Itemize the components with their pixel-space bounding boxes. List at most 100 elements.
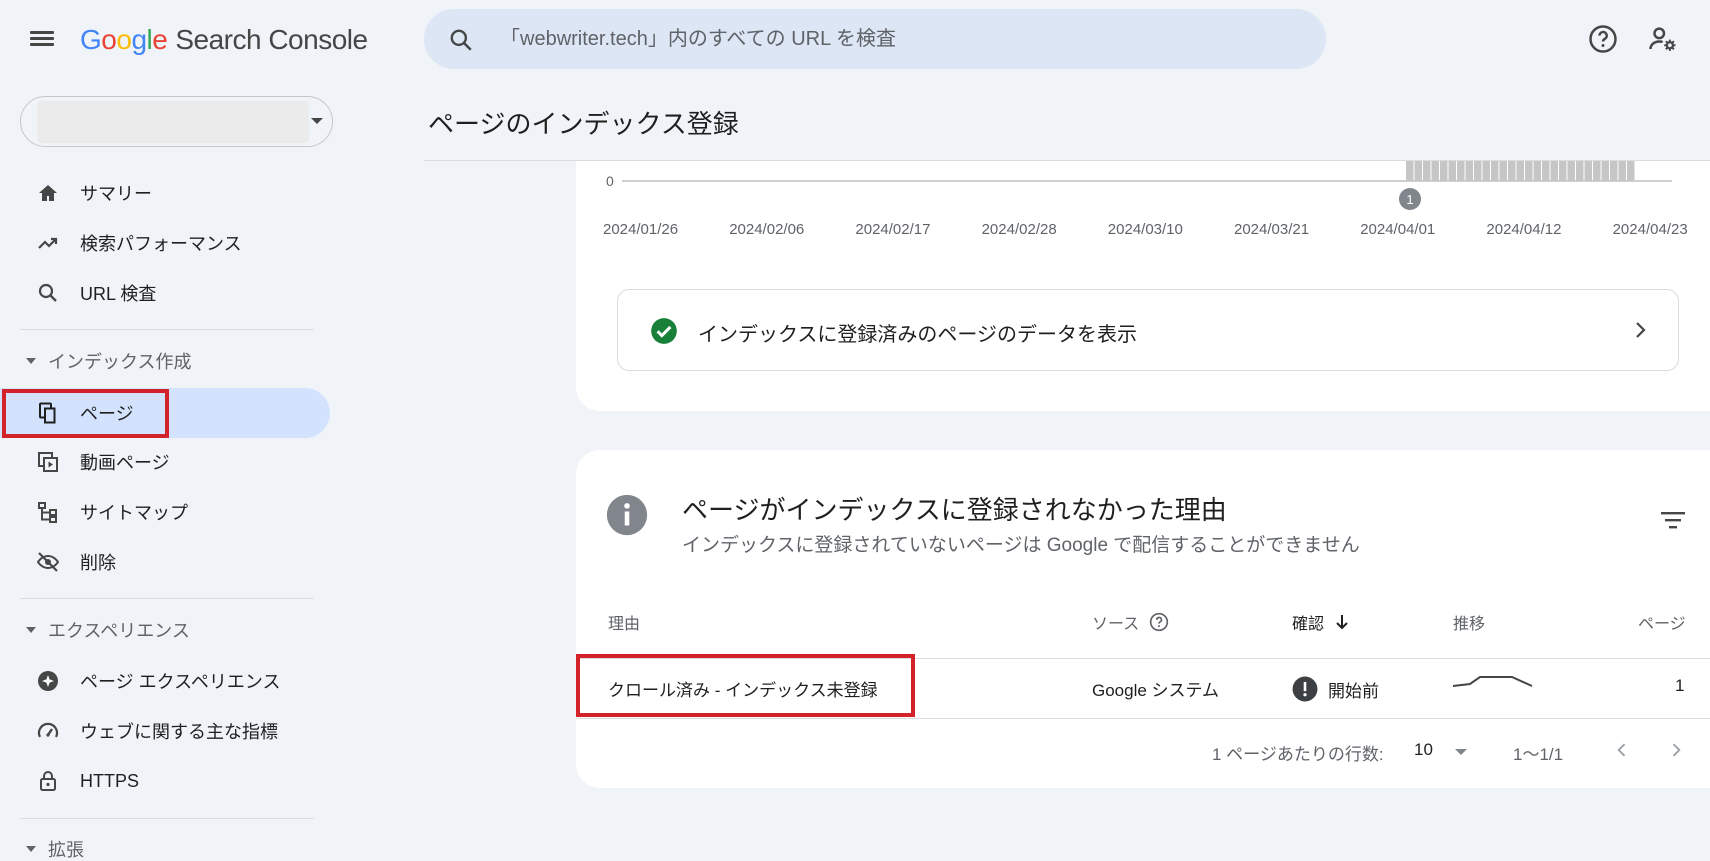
column-header-validation[interactable]: 確認 [1292, 610, 1350, 634]
help-icon[interactable] [1588, 24, 1618, 54]
sidebar-section-enhancements[interactable]: 拡張 [26, 834, 84, 861]
chart-bar [1567, 161, 1575, 181]
chart-bar [1618, 161, 1626, 181]
chart-bar [1601, 161, 1609, 181]
chart-zero-label: 0 [606, 173, 614, 189]
pages-icon [39, 402, 56, 424]
chart-bar [1559, 161, 1567, 181]
property-selector[interactable] [20, 96, 333, 147]
sidebar-item-video-pages[interactable]: 動画ページ [0, 437, 330, 487]
caret-down-icon [26, 846, 36, 852]
sidebar-item-core-web-vitals[interactable]: ウェブに関する主な指標 [0, 706, 330, 756]
chart-x-tick-label: 2024/04/01 [1360, 221, 1436, 238]
table-cell-reason[interactable]: クロール済み - インデックス未登録 [608, 676, 878, 701]
column-header-pages[interactable]: ページ [1638, 610, 1686, 634]
chart-bar [1406, 161, 1414, 181]
sidebar-section-indexing[interactable]: インデックス作成 [26, 346, 191, 376]
chevron-down-icon[interactable] [1455, 749, 1467, 755]
search-icon [38, 283, 57, 302]
chart-bar [1627, 161, 1635, 181]
filter-icon[interactable] [1660, 508, 1686, 532]
sidebar-item-label: 動画ページ [80, 453, 170, 473]
column-header-source[interactable]: ソース [1092, 610, 1169, 634]
page-experience-icon [38, 671, 58, 691]
next-page-icon[interactable] [1666, 740, 1686, 760]
sidebar-item-removals[interactable]: 削除 [0, 537, 330, 587]
home-icon [39, 185, 57, 201]
chart-marker-label: 1 [1406, 192, 1413, 207]
chart-bar [1525, 161, 1533, 181]
user-settings-icon[interactable] [1648, 24, 1678, 54]
sidebar-divider [20, 329, 314, 330]
chart-bar [1482, 161, 1490, 181]
chart-bar [1542, 161, 1550, 181]
table-divider [576, 658, 1710, 659]
sidebar-item-label: ページ [80, 404, 134, 424]
chevron-right-icon [1636, 322, 1646, 338]
sidebar-item-label: サイトマップ [80, 503, 188, 523]
removals-icon [36, 552, 60, 572]
caret-down-icon [26, 358, 36, 364]
reasons-card-title: ページがインデックスに登録されなかった理由 [682, 495, 1227, 525]
speed-gauge-icon [37, 722, 59, 738]
chart-x-tick-label: 2024/03/10 [1107, 221, 1183, 238]
rows-per-page-select[interactable]: 10 [1414, 740, 1433, 760]
alert-circle-icon [1292, 676, 1318, 702]
sidebar-divider [20, 598, 314, 599]
search-icon [450, 29, 472, 51]
sidebar-section-experience[interactable]: エクスペリエンス [26, 615, 190, 645]
chart-x-tick-label: 2024/04/23 [1612, 221, 1688, 238]
view-indexed-pages-link[interactable]: インデックスに登録済みのページのデータを表示 [617, 289, 1679, 371]
sidebar-item-label: HTTPS [80, 770, 140, 791]
chevron-down-icon [311, 118, 323, 124]
sidebar-item-performance[interactable]: 検索パフォーマンス [0, 218, 330, 268]
top-bar: Google Search Console [0, 0, 1710, 86]
info-icon [606, 494, 648, 536]
chart-x-tick-label: 2024/02/06 [729, 221, 805, 238]
chart-bar [1584, 161, 1592, 181]
previous-page-icon[interactable] [1612, 740, 1632, 760]
sidebar-item-label: 削除 [80, 553, 116, 573]
chart-bar [1474, 161, 1482, 181]
sidebar-item-label: ウェブに関する主な指標 [80, 722, 278, 742]
chart-x-tick-label: 2024/02/28 [981, 221, 1057, 238]
chart-bars [1406, 161, 1635, 181]
check-circle-icon [651, 318, 677, 344]
caret-down-icon [26, 627, 36, 633]
sidebar-item-summary[interactable]: サマリー [0, 168, 330, 218]
menu-icon[interactable] [30, 28, 58, 50]
search-input[interactable] [500, 21, 1300, 57]
chart-annotation-marker[interactable]: 1 [1399, 188, 1421, 210]
column-header-trend: 推移 [1453, 616, 1486, 633]
rows-per-page-label: 1 ページあたりの行数: [1212, 745, 1384, 764]
table-cell-source: Google システム [1092, 681, 1220, 700]
table-cell-pages: 1 [1675, 676, 1685, 695]
sidebar-item-https[interactable]: HTTPS [0, 756, 330, 806]
chart-x-tick-label: 2024/02/17 [855, 221, 931, 238]
search-console-logo[interactable]: Google Search Console [80, 24, 368, 56]
table-cell-validation: 開始前 [1292, 676, 1379, 702]
sidebar-item-pages[interactable]: ページ [0, 388, 330, 438]
url-inspect-search[interactable] [424, 9, 1326, 69]
chart-bar [1550, 161, 1558, 181]
arrow-down-icon [1336, 615, 1348, 630]
column-header-reason[interactable]: 理由 [608, 610, 640, 634]
chart-bar [1491, 161, 1499, 181]
sidebar-item-url-inspection[interactable]: URL 検査 [0, 268, 330, 318]
chart-bar [1533, 161, 1541, 181]
property-name-redacted [37, 101, 309, 143]
sidebar-item-label: ページ エクスペリエンス [80, 672, 281, 692]
chart-bar [1499, 161, 1507, 181]
help-icon[interactable] [1149, 612, 1169, 632]
sidebar-item-page-experience[interactable]: ページ エクスペリエンス [0, 656, 330, 706]
trending-up-icon [38, 237, 58, 249]
sidebar-item-sitemaps[interactable]: サイトマップ [0, 487, 330, 537]
sidebar-item-label: 検索パフォーマンス [80, 234, 242, 254]
chart-x-tick-label: 2024/04/12 [1486, 221, 1562, 238]
chart-bar [1465, 161, 1473, 181]
chart-bar [1440, 161, 1448, 181]
trend-sparkline [1452, 676, 1533, 687]
reasons-card-subtitle: インデックスに登録されていないページは Google で配信することができません [682, 535, 1360, 556]
chart-bar [1448, 161, 1456, 181]
table-divider [576, 718, 1710, 719]
